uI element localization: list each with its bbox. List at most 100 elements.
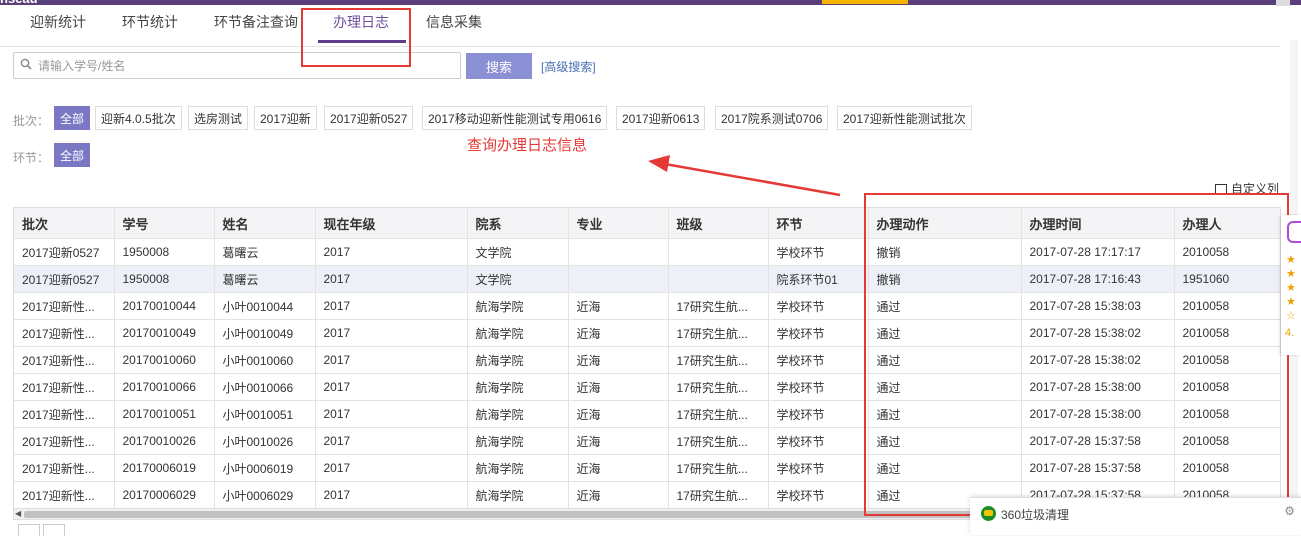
settings-icon[interactable]: ⚙: [1284, 504, 1295, 518]
badge-icon: [1287, 221, 1301, 243]
step-chip-all[interactable]: 全部: [54, 143, 91, 167]
cell-step: 学校环节: [768, 373, 869, 401]
col-header-batch[interactable]: 批次: [14, 208, 115, 239]
table-row[interactable]: 2017迎新0527 1950008 葛曙云 2017 文学院 学校环节 撤销 2017-07…: [14, 238, 1280, 266]
batch-chip[interactable]: 2017院系测试0706: [715, 106, 829, 130]
cell-step: 学校环节: [768, 481, 869, 509]
table-row[interactable]: 2017迎新性... 20170010049 小叶0010049 2017 航海学院 近海…: [14, 319, 1280, 347]
cell-major: [568, 238, 669, 266]
batch-chip-all[interactable]: 全部: [54, 106, 91, 130]
cell-operator: 2010058: [1174, 373, 1280, 401]
cell-student-id: 20170010060: [114, 346, 215, 374]
cell-step: 学校环节: [768, 454, 869, 482]
table-row[interactable]: 2017迎新性... 20170010060 小叶0010060 2017 航海学院 近海…: [14, 346, 1280, 374]
table-row[interactable]: 2017迎新0527 1950008 葛曙云 2017 文学院 院系环节01 撤销 2017-…: [14, 265, 1280, 293]
search-field: [13, 52, 461, 79]
cleanup-popup[interactable]: 360垃圾清理 ⚙: [970, 497, 1301, 535]
cell-major: 近海: [568, 400, 669, 428]
col-header-college[interactable]: 院系: [467, 208, 569, 239]
scrollbar-thumb[interactable]: [24, 511, 982, 518]
batch-chip[interactable]: 2017迎新: [254, 106, 317, 130]
cell-name: 葛曙云: [214, 238, 316, 266]
cell-grade: 2017: [315, 292, 468, 320]
search-button[interactable]: 搜索: [466, 53, 532, 79]
cell-college: 航海学院: [467, 346, 569, 374]
cell-time: 2017-07-28 15:38:00: [1021, 400, 1175, 428]
col-header-time[interactable]: 办理时间: [1021, 208, 1175, 239]
cell-major: 近海: [568, 481, 669, 509]
prev-page-button[interactable]: [18, 524, 40, 536]
custom-columns-label: 自定义列: [1231, 182, 1280, 196]
tab-bar: 迎新统计 环节统计 环节备注查询 办理日志 信息采集: [0, 6, 1280, 47]
cell-class: 17研究生航...: [668, 454, 769, 482]
cell-name: 小叶0010066: [214, 373, 316, 401]
batch-chip[interactable]: 选房测试: [188, 106, 249, 130]
cell-operator: 2010058: [1174, 400, 1280, 428]
cell-student-id: 1950008: [114, 238, 215, 266]
scroll-left-icon[interactable]: ◀: [15, 509, 21, 518]
table-row[interactable]: 2017迎新性... 20170006019 小叶0006019 2017 航海学院 近海…: [14, 454, 1280, 482]
batch-chip[interactable]: 2017移动迎新性能测试专用0616: [422, 106, 608, 130]
tab-welcome-stats[interactable]: 迎新统计: [30, 12, 86, 32]
cell-batch: 2017迎新性...: [14, 427, 115, 455]
side-rating-widget[interactable]: ★ ★ ★ ★ ☆ 4.: [1281, 215, 1301, 355]
cell-action: 撤销: [868, 238, 1022, 266]
table-body: 2017迎新0527 1950008 葛曙云 2017 文学院 学校环节 撤销 2017-07…: [14, 238, 1280, 509]
cell-time: 2017-07-28 15:37:58: [1021, 427, 1175, 455]
tab-info-collect[interactable]: 信息采集: [426, 12, 482, 32]
col-header-major[interactable]: 专业: [568, 208, 669, 239]
cell-student-id: 20170010026: [114, 427, 215, 455]
table-row[interactable]: 2017迎新性... 20170010051 小叶0010051 2017 航海学院 近海…: [14, 400, 1280, 428]
cell-time: 2017-07-28 17:16:43: [1021, 265, 1175, 293]
custom-columns-button[interactable]: 自定义列: [1215, 180, 1279, 197]
cell-college: 航海学院: [467, 481, 569, 509]
cell-batch: 2017迎新性...: [14, 454, 115, 482]
tab-step-stats[interactable]: 环节统计: [122, 12, 178, 32]
batch-chip[interactable]: 2017迎新0527: [324, 106, 414, 130]
star-icon: ★: [1286, 268, 1296, 280]
cell-college: 文学院: [467, 238, 569, 266]
cell-name: 小叶0010051: [214, 400, 316, 428]
cell-grade: 2017: [315, 427, 468, 455]
cell-time: 2017-07-28 15:38:03: [1021, 292, 1175, 320]
cell-grade: 2017: [315, 400, 468, 428]
table-row[interactable]: 2017迎新性... 20170010044 小叶0010044 2017 航海学院 近海…: [14, 292, 1280, 320]
next-page-button[interactable]: [43, 524, 65, 536]
cell-college: 航海学院: [467, 319, 569, 347]
cell-operator: 2010058: [1174, 292, 1280, 320]
batch-chip[interactable]: 2017迎新性能测试批次: [837, 106, 972, 130]
table-row[interactable]: 2017迎新性... 20170010066 小叶0010066 2017 航海学院 近海…: [14, 373, 1280, 401]
tab-process-log[interactable]: 办理日志: [333, 12, 389, 32]
col-header-action[interactable]: 办理动作: [868, 208, 1022, 239]
cell-college: 航海学院: [467, 454, 569, 482]
col-header-name[interactable]: 姓名: [214, 208, 316, 239]
cell-time: 2017-07-28 15:38:02: [1021, 346, 1175, 374]
tab-step-notes[interactable]: 环节备注查询: [214, 12, 298, 32]
cell-batch: 2017迎新性...: [14, 319, 115, 347]
table-row[interactable]: 2017迎新性... 20170010026 小叶0010026 2017 航海学院 近海…: [14, 427, 1280, 455]
cell-action: 通过: [868, 454, 1022, 482]
cell-major: 近海: [568, 427, 669, 455]
cell-action: 通过: [868, 292, 1022, 320]
cell-operator: 1951060: [1174, 265, 1280, 293]
cell-step: 学校环节: [768, 292, 869, 320]
advanced-search-link[interactable]: [高级搜索]: [541, 58, 596, 75]
header-highlight: [822, 0, 908, 4]
batch-chip[interactable]: 2017迎新0613: [616, 106, 706, 130]
cell-name: 小叶0010026: [214, 427, 316, 455]
cell-major: 近海: [568, 292, 669, 320]
cell-name: 小叶0006019: [214, 454, 316, 482]
col-header-grade[interactable]: 现在年级: [315, 208, 468, 239]
cell-student-id: 20170010051: [114, 400, 215, 428]
cell-time: 2017-07-28 15:37:58: [1021, 454, 1175, 482]
cell-college: 航海学院: [467, 400, 569, 428]
360-logo-icon: [981, 506, 996, 521]
cell-operator: 2010058: [1174, 346, 1280, 374]
col-header-student-id[interactable]: 学号: [114, 208, 215, 239]
search-input[interactable]: [36, 55, 450, 77]
batch-chip[interactable]: 迎新4.0.5批次: [95, 106, 182, 130]
cell-student-id: 20170010066: [114, 373, 215, 401]
col-header-operator[interactable]: 办理人: [1174, 208, 1280, 239]
col-header-class[interactable]: 班级: [668, 208, 769, 239]
col-header-step[interactable]: 环节: [768, 208, 869, 239]
